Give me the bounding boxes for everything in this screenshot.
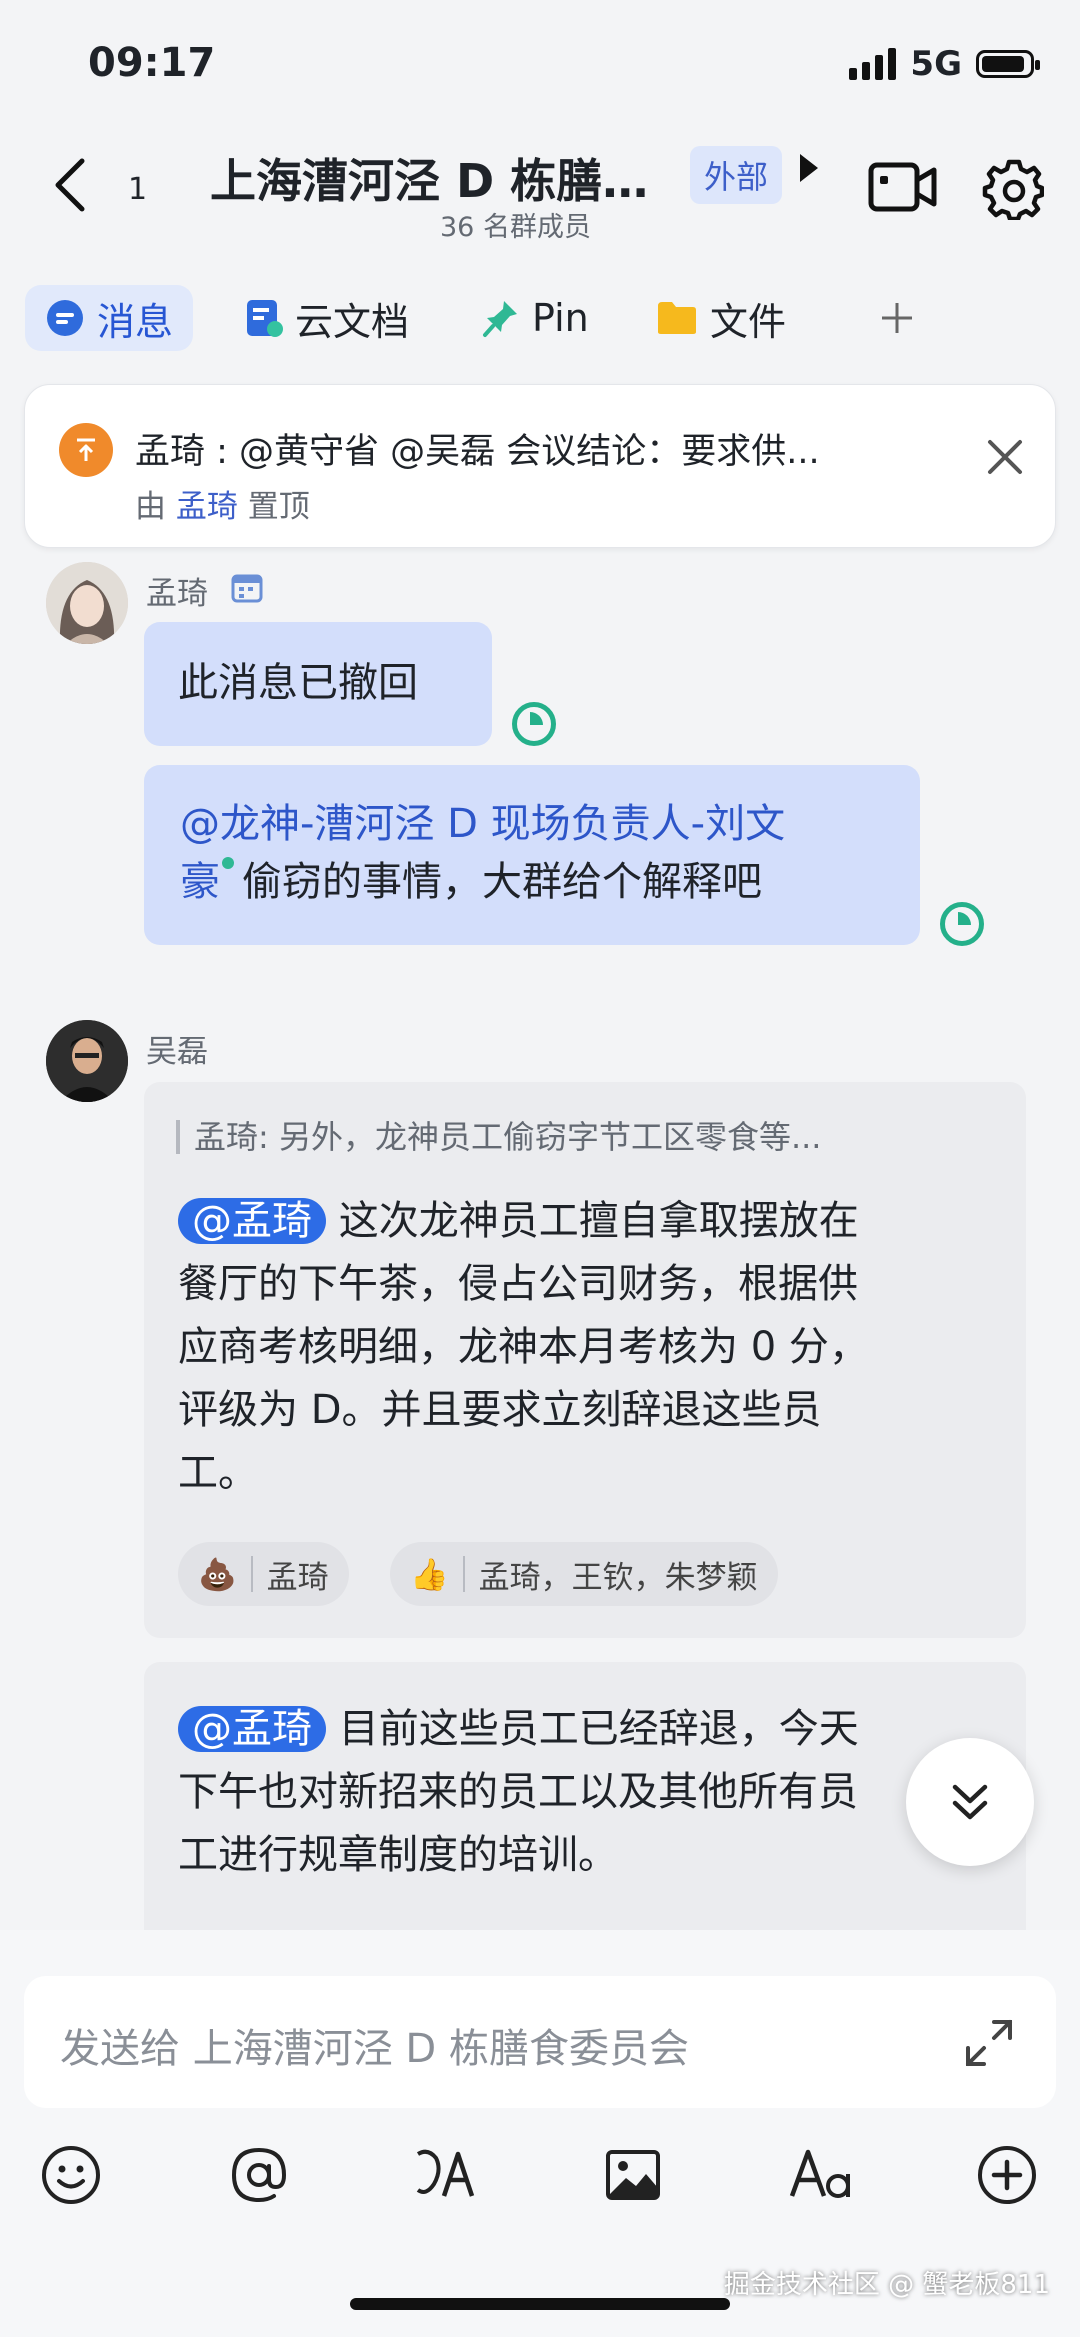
thumbs-up-emoji-icon: 👍 [410, 1556, 449, 1593]
battery-icon [976, 50, 1040, 78]
add-tab-button[interactable] [860, 285, 934, 351]
message-line: 评级为 D。并且要求立刻辞退这些员 [178, 1387, 822, 1433]
tab-label: 消息 [97, 299, 174, 344]
mention-link[interactable]: @龙神-漕河泾 D 现场负责人-刘文 [180, 801, 785, 847]
message-line: 工。 [178, 1450, 258, 1496]
back-button[interactable] [50, 150, 110, 220]
recalled-message: 此消息已撤回 [144, 622, 492, 746]
close-icon [988, 440, 1022, 474]
pinned-by: 由 孟琦 置顶 [135, 481, 310, 526]
sender-name[interactable]: 吴磊 [146, 1026, 208, 1071]
plus-icon [882, 303, 912, 333]
message-body: @孟琦 这次龙神员工擅自拿取摆放在 餐厅的下午茶，侵占公司财务，根据供 应商考核… [178, 1190, 869, 1505]
pin-top-icon [59, 423, 113, 477]
scroll-to-bottom-button[interactable] [906, 1738, 1034, 1866]
close-pin-button[interactable] [985, 437, 1025, 481]
message-bubble[interactable]: 孟琦: 另外，龙神员工偷窃字节工区零食等... @孟琦 这次龙神员工擅自拿取摆放… [144, 1082, 1026, 1638]
message-line: 餐厅的下午茶，侵占公司财务，根据供 [178, 1261, 858, 1307]
reaction-users: 孟琦，王钦，朱梦颖 [478, 1559, 758, 1596]
unread-count: 1 [128, 172, 148, 207]
pinned-by-prefix: 由 [135, 489, 166, 525]
video-call-button[interactable] [868, 160, 938, 218]
quoted-reply[interactable]: 孟琦: 另外，龙神员工偷窃字节工区零食等... [194, 1112, 821, 1158]
folder-icon [658, 302, 696, 334]
translate-button[interactable] [412, 2140, 482, 2210]
image-icon [606, 2150, 660, 2200]
reaction-chip[interactable]: 💩 孟琦 [178, 1542, 349, 1606]
add-button[interactable] [972, 2140, 1042, 2210]
sender-name[interactable]: 孟琦 [146, 568, 208, 613]
input-placeholder: 发送给 上海漕河泾 D 栋膳食委员会 [60, 2026, 689, 2072]
expand-icon [966, 2020, 1012, 2066]
play-arrow-icon[interactable] [800, 154, 818, 182]
mention-pill[interactable]: @孟琦 [178, 1706, 326, 1752]
message-bubble[interactable]: @龙神-漕河泾 D 现场负责人-刘文 豪偷窃的事情，大群给个解释吧 [144, 765, 920, 945]
read-status-icon[interactable] [940, 902, 984, 946]
quote-bar [176, 1120, 180, 1154]
emoji-button[interactable] [36, 2140, 106, 2210]
avatar[interactable] [46, 562, 128, 644]
source-credit: 掘金技术社区 @ 蟹老板811 [723, 2270, 1050, 2300]
mention-pill[interactable]: @孟琦 [178, 1198, 326, 1244]
double-chevron-down-icon [952, 1784, 988, 1820]
avatar[interactable] [46, 1020, 128, 1102]
divider [250, 1556, 253, 1592]
tab-messages[interactable]: 消息 [25, 285, 194, 351]
chevron-left-icon [55, 158, 85, 212]
reaction-users: 孟琦 [266, 1559, 329, 1596]
member-count[interactable]: 36 名群成员 [440, 205, 591, 244]
message-text: 偷窃的事情，大群给个解释吧 [242, 859, 762, 905]
tab-docs[interactable]: 云文档 [225, 285, 429, 351]
image-button[interactable] [598, 2140, 668, 2210]
calendar-icon [231, 574, 263, 603]
expand-input-button[interactable] [962, 2016, 1016, 2074]
tab-pin[interactable]: Pin [462, 285, 609, 351]
poop-emoji-icon: 💩 [198, 1556, 237, 1593]
home-indicator[interactable] [350, 2298, 730, 2310]
message-line: 这次龙神员工擅自拿取摆放在 [338, 1198, 859, 1244]
pinned-text: 孟琦 : @黄守省 @吴磊 会议结论：要求供... [135, 432, 820, 472]
message-line: 目前这些员工已经辞退，今天 [338, 1706, 859, 1752]
message-line: 下午也对新招来的员工以及其他所有员 [178, 1769, 858, 1815]
reaction-chip[interactable]: 👍 孟琦，王钦，朱梦颖 [390, 1542, 778, 1606]
pin-icon [483, 301, 517, 337]
settings-button[interactable] [982, 158, 1045, 224]
emoji-icon [42, 2146, 100, 2204]
signal-icon [849, 48, 897, 80]
tab-files[interactable]: 文件 [636, 285, 806, 351]
mention-button[interactable] [224, 2140, 294, 2210]
text-format-icon [789, 2149, 850, 2198]
translate-icon [416, 2149, 475, 2197]
external-tag: 外部 [690, 146, 783, 204]
group-title[interactable]: 上海漕河泾 D 栋膳… [210, 145, 648, 211]
pinned-by-name[interactable]: 孟琦 [176, 489, 238, 525]
message-line: 工进行规章制度的培训。 [178, 1832, 618, 1878]
read-status-icon[interactable] [512, 702, 556, 746]
tab-label: Pin [532, 296, 589, 340]
message-icon [47, 300, 83, 336]
plus-circle-icon [978, 2146, 1036, 2204]
tab-label: 文件 [710, 299, 787, 344]
tab-label: 云文档 [295, 299, 410, 344]
message-body: @孟琦 目前这些员工已经辞退，今天 下午也对新招来的员工以及其他所有员 工进行规… [178, 1698, 859, 1887]
video-camera-icon [868, 162, 937, 212]
divider [462, 1556, 465, 1592]
network-type: 5G [910, 44, 962, 84]
at-sign-icon [231, 2147, 287, 2203]
status-time: 09:17 [88, 40, 216, 86]
message-line: 应商考核明细，龙神本月考核为 0 分， [178, 1324, 869, 1370]
recalled-text: 此消息已撤回 [178, 660, 418, 706]
gear-icon [982, 159, 1045, 222]
online-dot-icon [222, 857, 234, 869]
mention-link-continued[interactable]: 豪 [180, 859, 220, 905]
format-button[interactable] [786, 2140, 856, 2210]
pinned-by-suffix: 置顶 [247, 489, 310, 525]
pinned-message-banner[interactable]: 孟琦 : @黄守省 @吴磊 会议结论：要求供... 由 孟琦 置顶 [24, 384, 1056, 548]
status-indicators: 5G [849, 44, 1040, 84]
doc-icon [247, 300, 283, 337]
